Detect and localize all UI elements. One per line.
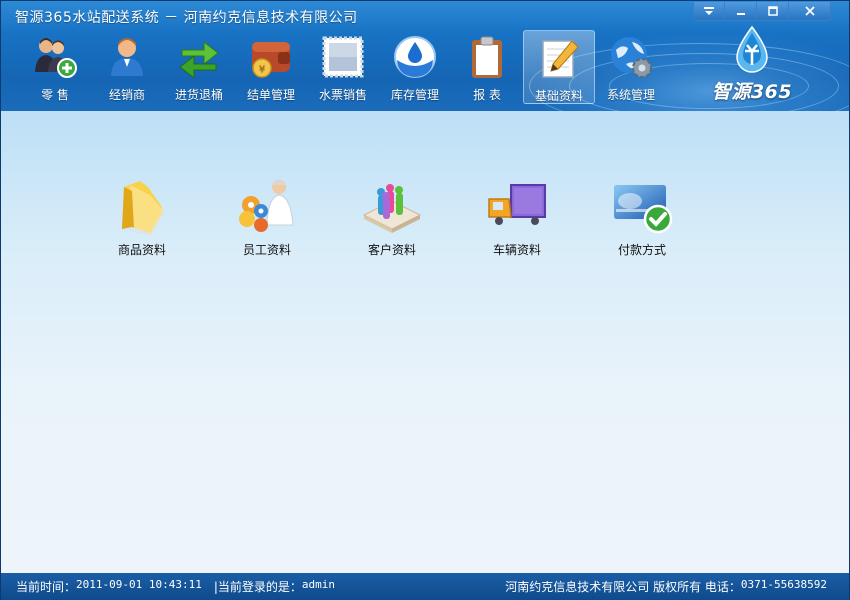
toolbar-purchase-return-label: 进货退桶 (174, 88, 223, 102)
main-toolbar: 零 售 经销商 进货退桶 ¥ 结单管理 水票销售 库存管理 报 表 基础资料 系… (1, 30, 667, 105)
stamp-ticket-icon (320, 34, 366, 80)
maximize-icon[interactable] (757, 2, 789, 21)
toolbar-inventory[interactable]: 库存管理 (379, 30, 451, 104)
window-controls (693, 2, 831, 21)
toolbar-water-ticket[interactable]: 水票销售 (307, 30, 379, 104)
water-drop-logo-icon (736, 25, 768, 73)
status-time-value: 2011-09-01 10:43:11 (76, 578, 202, 591)
module-payment-label: 付款方式 (617, 243, 666, 257)
toolbar-reports-label: 报 表 (473, 88, 501, 102)
notepad-pencil-icon (536, 35, 582, 81)
folder-icon (110, 177, 174, 237)
module-payment[interactable]: 付款方式 (597, 177, 687, 258)
toolbar-dealer[interactable]: 经销商 (91, 30, 163, 104)
toolbar-inventory-label: 库存管理 (390, 88, 439, 102)
module-product[interactable]: 商品资料 (97, 177, 187, 258)
svg-text:¥: ¥ (259, 64, 265, 75)
header-bar: 智源365水站配送系统 － 河南约克信息技术有限公司 零 售 经销商 进货退桶 … (1, 1, 849, 111)
status-user-label: |当前登录的是： (213, 580, 302, 594)
exchange-arrows-icon (176, 34, 222, 80)
close-icon[interactable] (789, 2, 831, 21)
brand-logo-text: 智源365 (711, 81, 793, 103)
vehicle-icon (485, 177, 549, 237)
retail-people-add-icon (32, 34, 78, 80)
module-vehicle[interactable]: 车辆资料 (472, 177, 562, 258)
globe-gear-icon (608, 34, 654, 80)
toolbar-system-label: 系统管理 (606, 88, 655, 102)
module-employee[interactable]: 员工资料 (222, 177, 312, 258)
clipboard-icon (464, 34, 510, 80)
toolbar-system[interactable]: 系统管理 (595, 30, 667, 104)
module-vehicle-label: 车辆资料 (492, 243, 541, 257)
dealer-person-icon (104, 34, 150, 80)
status-time-label: 当前时间： (16, 580, 77, 594)
workers-icon (235, 177, 299, 237)
toolbar-purchase-return[interactable]: 进货退桶 (163, 30, 235, 104)
module-product-label: 商品资料 (117, 243, 166, 257)
water-drop-globe-icon (392, 34, 438, 80)
app-window: 智源365水站配送系统 － 河南约克信息技术有限公司 零 售 经销商 进货退桶 … (0, 0, 850, 600)
main-content: 商品资料 员工资料 客户资料 车辆资料 付款方式 (1, 111, 849, 573)
brand-logo: 智源365 (707, 25, 797, 107)
menu-icon[interactable] (693, 2, 725, 21)
window-title: 智源365水站配送系统 － 河南约克信息技术有限公司 (15, 10, 358, 26)
toolbar-settlement[interactable]: ¥ 结单管理 (235, 30, 307, 104)
status-phone: 0371-55638592 (740, 578, 827, 591)
toolbar-basic-data-label: 基础资料 (534, 89, 583, 103)
module-employee-label: 员工资料 (242, 243, 291, 257)
minimize-icon[interactable] (725, 2, 757, 21)
toolbar-retail-label: 零 售 (41, 88, 69, 102)
toolbar-settlement-label: 结单管理 (246, 88, 295, 102)
status-company: 河南约克信息技术有限公司 版权所有 电话： (505, 580, 741, 594)
toolbar-water-ticket-label: 水票销售 (318, 88, 367, 102)
toolbar-basic-data[interactable]: 基础资料 (523, 30, 595, 104)
module-customer-label: 客户资料 (367, 243, 416, 257)
wallet-icon: ¥ (248, 34, 294, 80)
customers-icon (360, 177, 424, 237)
payment-card-check-icon (610, 177, 674, 237)
toolbar-dealer-label: 经销商 (108, 88, 145, 102)
module-customer[interactable]: 客户资料 (347, 177, 437, 258)
status-bar: 当前时间： 2011-09-01 10:43:11 |当前登录的是： admin… (1, 573, 849, 600)
toolbar-retail[interactable]: 零 售 (19, 30, 91, 104)
status-user-value: admin (301, 578, 336, 591)
toolbar-reports[interactable]: 报 表 (451, 30, 523, 104)
